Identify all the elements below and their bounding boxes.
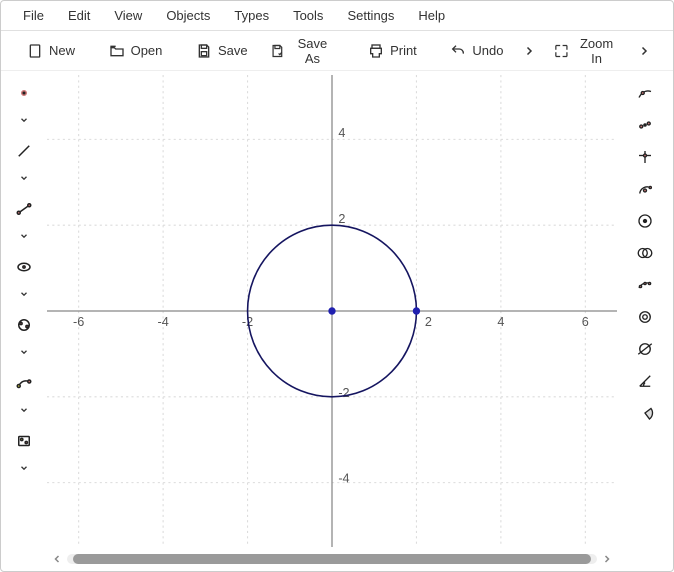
sector-icon[interactable] xyxy=(633,401,657,425)
transform-tool[interactable] xyxy=(12,371,36,395)
line-tool[interactable] xyxy=(12,139,36,163)
undo-icon xyxy=(450,43,466,59)
save-label: Save xyxy=(218,43,248,58)
segment-tool[interactable] xyxy=(12,197,36,221)
x-label-2: 2 xyxy=(425,314,432,329)
new-button[interactable]: New xyxy=(19,39,83,63)
center-point[interactable] xyxy=(328,307,335,315)
x-label-4: 4 xyxy=(497,314,504,329)
x-label-n6: -6 xyxy=(73,314,84,329)
angle-icon[interactable] xyxy=(633,369,657,393)
ellipse-arc-icon[interactable] xyxy=(633,337,657,361)
ellipse-tool-expand[interactable] xyxy=(12,285,36,303)
intersect-circles-icon[interactable] xyxy=(633,241,657,265)
arc-center-icon[interactable] xyxy=(633,177,657,201)
circle-radius-icon[interactable] xyxy=(633,305,657,329)
horizontal-scrollbar[interactable] xyxy=(47,553,617,571)
menubar: File Edit View Objects Types Tools Setti… xyxy=(1,1,673,31)
left-tool-palette xyxy=(1,71,47,571)
canvas-area: -6 -4 -2 2 4 6 4 2 -2 -4 xyxy=(47,71,617,571)
transform-tool-expand[interactable] xyxy=(12,401,36,419)
tangent-arc-icon[interactable] xyxy=(633,273,657,297)
x-label-n4: -4 xyxy=(157,314,168,329)
drawing-canvas[interactable]: -6 -4 -2 2 4 6 4 2 -2 -4 xyxy=(47,75,617,547)
chevron-right-icon xyxy=(638,45,650,57)
y-label-2: 2 xyxy=(338,211,345,226)
open-icon xyxy=(109,43,125,59)
menu-settings[interactable]: Settings xyxy=(335,2,406,29)
new-label: New xyxy=(49,43,75,58)
x-label-6: 6 xyxy=(582,314,589,329)
saveas-label: Save As xyxy=(290,36,334,66)
point-tool-expand[interactable] xyxy=(12,111,36,129)
open-button[interactable]: Open xyxy=(101,39,171,63)
menu-edit[interactable]: Edit xyxy=(56,2,102,29)
save-icon xyxy=(196,43,212,59)
right-tool-palette xyxy=(617,71,673,571)
text-tool[interactable] xyxy=(12,429,36,453)
zoomin-label: Zoom In xyxy=(575,36,619,66)
menu-help[interactable]: Help xyxy=(406,2,457,29)
line-tool-expand[interactable] xyxy=(12,169,36,187)
text-tool-expand[interactable] xyxy=(12,459,36,477)
print-icon xyxy=(368,43,384,59)
hscroll-thumb[interactable] xyxy=(73,554,591,564)
menu-file[interactable]: File xyxy=(11,2,56,29)
saveas-icon xyxy=(270,43,285,59)
new-icon xyxy=(27,43,43,59)
menu-types[interactable]: Types xyxy=(222,2,281,29)
scroll-right-button[interactable] xyxy=(599,551,615,567)
intersection-icon[interactable] xyxy=(633,145,657,169)
scroll-left-button[interactable] xyxy=(49,551,65,567)
point-on-object-icon[interactable] xyxy=(633,81,657,105)
toolbar-more-2[interactable] xyxy=(633,39,655,63)
zoomin-button[interactable]: Zoom In xyxy=(546,32,627,70)
toolbar: New Open Save Save As Print Undo xyxy=(1,31,673,71)
menu-objects[interactable]: Objects xyxy=(154,2,222,29)
segment-tool-expand[interactable] xyxy=(12,227,36,245)
circle-center-icon[interactable] xyxy=(633,209,657,233)
conic-tool-expand[interactable] xyxy=(12,343,36,361)
hscroll-track[interactable] xyxy=(67,554,597,564)
y-label-4: 4 xyxy=(338,125,345,140)
saveas-button[interactable]: Save As xyxy=(262,32,343,70)
radius-point[interactable] xyxy=(413,307,420,315)
save-button[interactable]: Save xyxy=(188,39,256,63)
zoomin-icon xyxy=(554,43,569,59)
midpoint-icon[interactable] xyxy=(633,113,657,137)
undo-label: Undo xyxy=(472,43,503,58)
conic-tool[interactable] xyxy=(12,313,36,337)
open-label: Open xyxy=(131,43,163,58)
undo-button[interactable]: Undo xyxy=(442,39,511,63)
menu-tools[interactable]: Tools xyxy=(281,2,335,29)
print-label: Print xyxy=(390,43,417,58)
toolbar-more-1[interactable] xyxy=(517,39,539,63)
menu-view[interactable]: View xyxy=(102,2,154,29)
y-label-n2: -2 xyxy=(338,385,349,400)
point-tool[interactable] xyxy=(12,81,36,105)
print-button[interactable]: Print xyxy=(360,39,425,63)
ellipse-tool[interactable] xyxy=(12,255,36,279)
chevron-right-icon xyxy=(523,45,535,57)
y-label-n4: -4 xyxy=(338,471,349,486)
